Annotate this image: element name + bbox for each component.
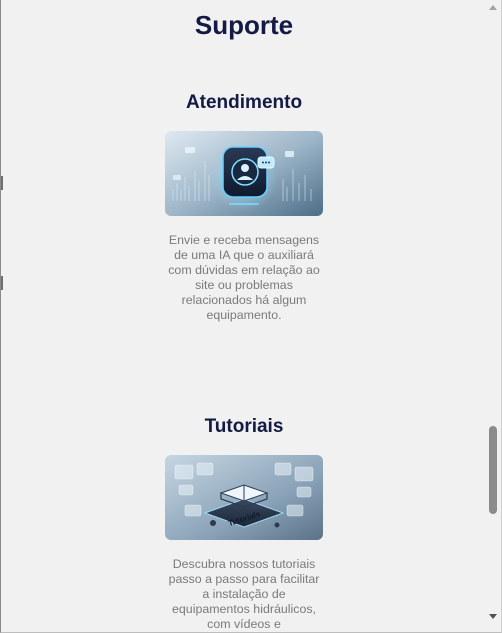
tutorials-book-illustration[interactable]: Tutorials: [165, 455, 323, 540]
support-page: Suporte Atendimento Envie e receba mensa…: [1, 0, 487, 632]
card-title: Atendimento: [185, 92, 303, 113]
page-title: Suporte: [194, 10, 294, 40]
scroll-up-arrow-icon[interactable]: [489, 5, 497, 10]
ai-chat-assistant-illustration[interactable]: [165, 131, 323, 216]
card-title: Tutoriais: [204, 416, 284, 437]
browser-window: Suporte Atendimento Envie e receba mensa…: [0, 0, 502, 633]
vertical-scrollbar[interactable]: [486, 0, 501, 632]
card-description: Envie e receba mensagens de uma IA que o…: [168, 233, 320, 322]
card-description: Descubra nossos tutoriais passo a passo …: [168, 557, 320, 631]
scroll-down-arrow-icon[interactable]: [489, 614, 497, 619]
scroll-thumb[interactable]: [489, 426, 497, 514]
